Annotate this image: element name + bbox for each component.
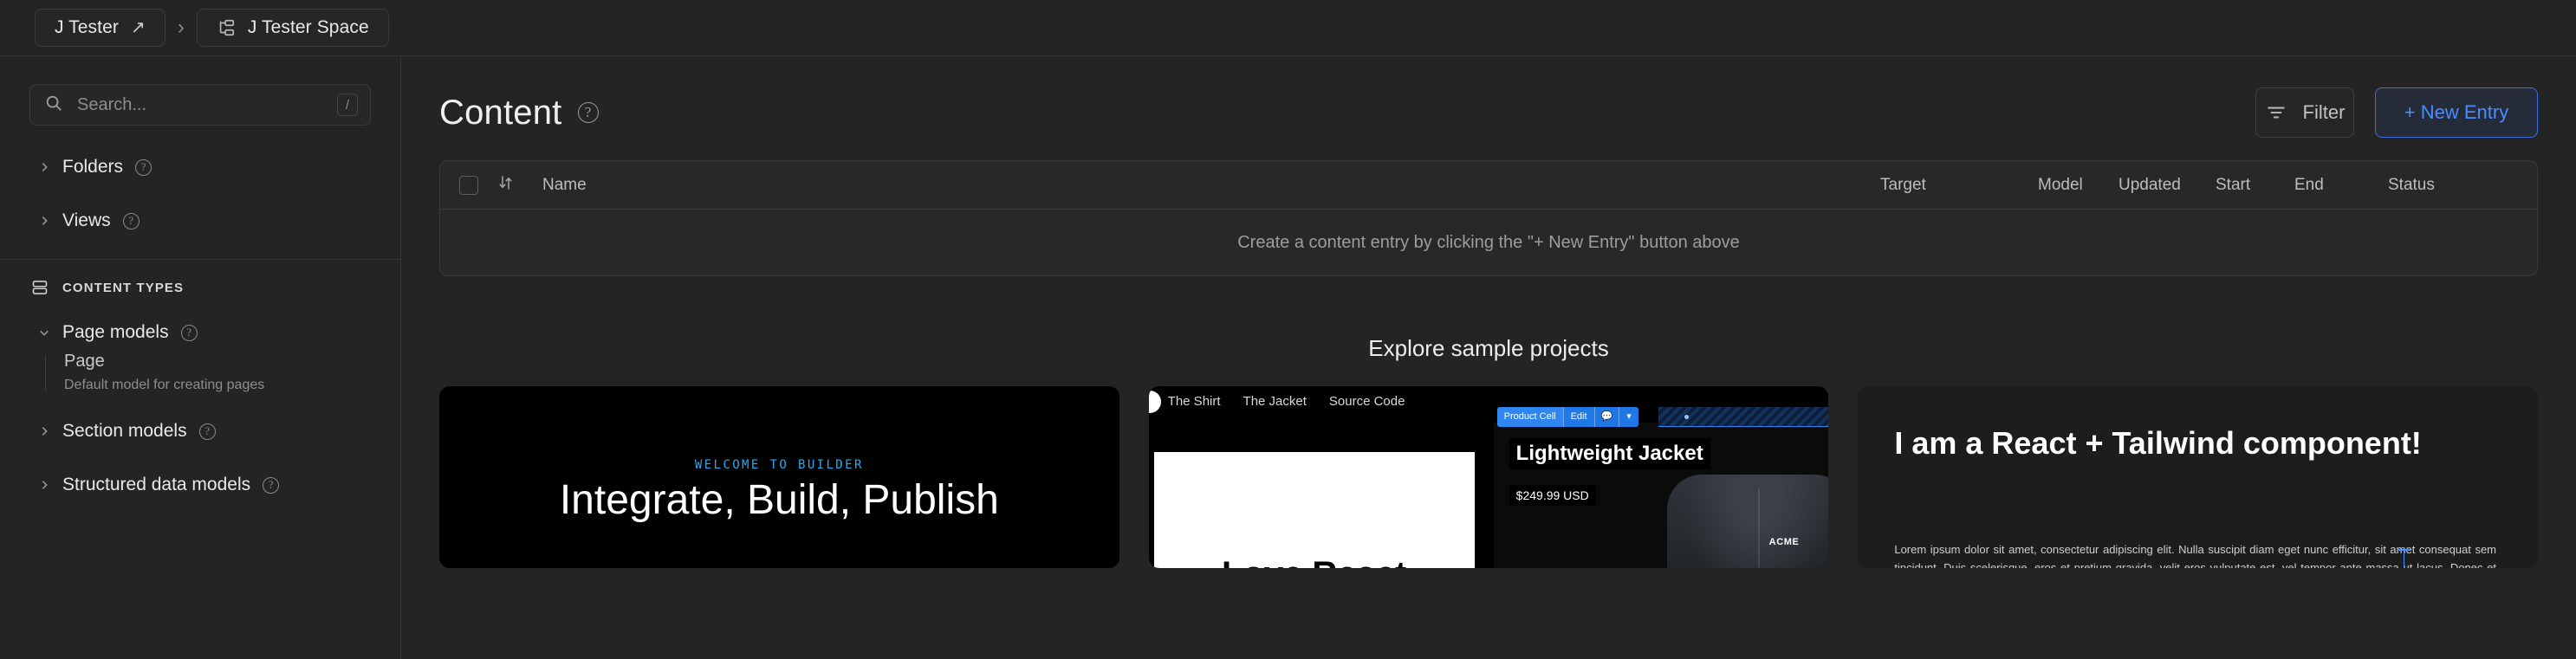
selection-handle[interactable]	[1684, 415, 1689, 419]
sidebar-item-label: Views	[62, 210, 111, 230]
chevron-right-icon	[38, 161, 50, 173]
sidebar-item-folders[interactable]: Folders ?	[19, 148, 381, 186]
product-title: Lightweight Jacket	[1509, 438, 1710, 469]
table-column-end[interactable]: End	[2294, 176, 2324, 195]
table-header-cells: Name Target Model Updated Start End Stat…	[513, 161, 2537, 209]
sample-project-cards: WELCOME TO BUILDER Integrate, Build, Pub…	[401, 362, 2576, 568]
breadcrumb-space[interactable]: J Tester Space	[196, 9, 389, 47]
breadcrumb-space-label: J Tester Space	[247, 17, 369, 37]
sample-card-ecommerce-storefront[interactable]: The Shirt The Jacket Source Code Love Re…	[1148, 386, 1829, 568]
stack-icon	[31, 279, 49, 296]
main-content: Content ? Filter + New Entry Name Target…	[401, 55, 2576, 659]
search-shortcut-badge: /	[337, 94, 358, 116]
app-root: J Tester ↗ › J Tester Space /	[0, 0, 2576, 659]
topnav-item-the-shirt[interactable]: The Shirt	[1168, 394, 1221, 409]
help-icon[interactable]: ?	[198, 423, 216, 440]
table-column-start[interactable]: Start	[2216, 176, 2250, 195]
sample-card-builder-landing[interactable]: WELCOME TO BUILDER Integrate, Build, Pub…	[439, 386, 1119, 568]
topnav-item-the-jacket[interactable]: The Jacket	[1243, 394, 1307, 409]
content-table: Name Target Model Updated Start End Stat…	[439, 160, 2538, 276]
product-brand-label: ACME	[1768, 537, 1800, 547]
sidebar-item-structured-data-models[interactable]: Structured data models ?	[19, 466, 381, 504]
table-column-name[interactable]: Name	[542, 176, 587, 195]
table-empty-state: Create a content entry by clicking the "…	[1237, 232, 1740, 252]
chevron-down-icon	[38, 326, 50, 339]
sort-arrows-icon[interactable]	[478, 173, 513, 197]
search-box[interactable]: /	[29, 84, 371, 126]
model-description: Default model for creating pages	[64, 378, 265, 392]
product-image	[1666, 475, 1829, 568]
breadcrumb-org[interactable]: J Tester ↗	[35, 9, 165, 47]
sidebar-model-children: Page Default model for creating pages	[45, 352, 400, 393]
page-header-actions: Filter + New Entry	[2255, 87, 2538, 138]
card-body-text: Lorem ipsum dolor sit amet, consectetur …	[1894, 543, 2497, 568]
toolbar-label: Product Cell	[1496, 407, 1563, 427]
help-icon[interactable]: ?	[263, 476, 280, 494]
table-column-model[interactable]: Model	[2038, 176, 2083, 195]
breadcrumb-org-label: J Tester	[55, 17, 119, 37]
help-icon[interactable]: ?	[577, 102, 599, 123]
search-input[interactable]	[77, 94, 323, 115]
table-column-target[interactable]: Target	[1880, 176, 1926, 195]
builder-edit-toolbar[interactable]: Product Cell Edit 💬 ▾	[1496, 407, 1638, 427]
filter-icon	[2265, 101, 2287, 124]
select-all-checkbox[interactable]	[459, 175, 478, 195]
filter-button-label: Filter	[2302, 101, 2346, 123]
panel-headline: Love React	[1154, 555, 1475, 568]
table-column-updated[interactable]: Updated	[2119, 176, 2181, 195]
new-entry-button[interactable]: + New Entry	[2375, 87, 2538, 138]
search-icon	[44, 94, 63, 117]
breadcrumb-separator: ›	[177, 16, 185, 39]
chevron-right-icon	[38, 479, 50, 491]
sidebar-item-label: Page models	[62, 322, 169, 342]
sidebar: / Folders ? Views ? CONTENT TYPES	[0, 55, 401, 659]
card-eyebrow: WELCOME TO BUILDER	[694, 458, 864, 472]
chevron-right-icon	[38, 425, 50, 437]
sitemap-icon	[217, 18, 236, 37]
filter-button[interactable]: Filter	[2255, 87, 2354, 138]
help-icon[interactable]: ?	[180, 324, 198, 341]
toolbar-edit-button[interactable]: Edit	[1564, 407, 1594, 427]
page-title: Content	[439, 93, 562, 132]
model-name: Page	[64, 352, 105, 371]
sidebar-item-views[interactable]: Views ?	[19, 202, 381, 240]
sidebar-section-content-types: CONTENT TYPES	[31, 279, 400, 296]
sample-projects-heading: Explore sample projects	[1368, 335, 1609, 361]
page-header: Content ? Filter + New Entry	[401, 56, 2576, 138]
sidebar-divider	[0, 259, 400, 260]
chevron-down-icon[interactable]: ▾	[1619, 407, 1638, 427]
sidebar-group-page-models: Page models ? Page Default model for cre…	[0, 313, 400, 393]
sidebar-item-label: Folders	[62, 157, 124, 177]
comment-icon[interactable]: 💬	[1595, 407, 1619, 427]
topnav-item-source-code[interactable]: Source Code	[1329, 394, 1405, 409]
sidebar-model-item-page[interactable]: Page Default model for creating pages	[64, 352, 400, 393]
chevron-right-icon	[38, 215, 50, 227]
table-column-status[interactable]: Status	[2388, 176, 2435, 195]
arrow-up-right-icon: ↗	[130, 18, 146, 37]
sidebar-item-section-models[interactable]: Section models ?	[19, 412, 381, 450]
table-header-row: Name Target Model Updated Start End Stat…	[440, 161, 2537, 210]
card-preview-pane: Product Cell Edit 💬 ▾ Lightweight Jacket…	[1493, 407, 1829, 568]
card-headline: Integrate, Build, Publish	[559, 477, 999, 523]
sidebar-section-label: CONTENT TYPES	[62, 280, 185, 295]
product-price: $249.99 USD	[1509, 485, 1596, 506]
help-icon[interactable]: ?	[135, 158, 152, 176]
top-breadcrumb-bar: J Tester ↗ › J Tester Space	[0, 0, 2576, 55]
sidebar-item-label: Structured data models	[62, 475, 251, 494]
sidebar-item-label: Section models	[62, 421, 187, 441]
new-entry-button-label: + New Entry	[2404, 101, 2509, 123]
sample-card-react-tailwind-component[interactable]: I am a React + Tailwind component! Lorem…	[1858, 386, 2539, 568]
help-icon[interactable]: ?	[122, 212, 140, 229]
card-white-panel: Love React	[1153, 452, 1475, 568]
card-headline: I am a React + Tailwind component!	[1894, 425, 2422, 461]
sidebar-item-page-models[interactable]: Page models ?	[19, 313, 381, 352]
